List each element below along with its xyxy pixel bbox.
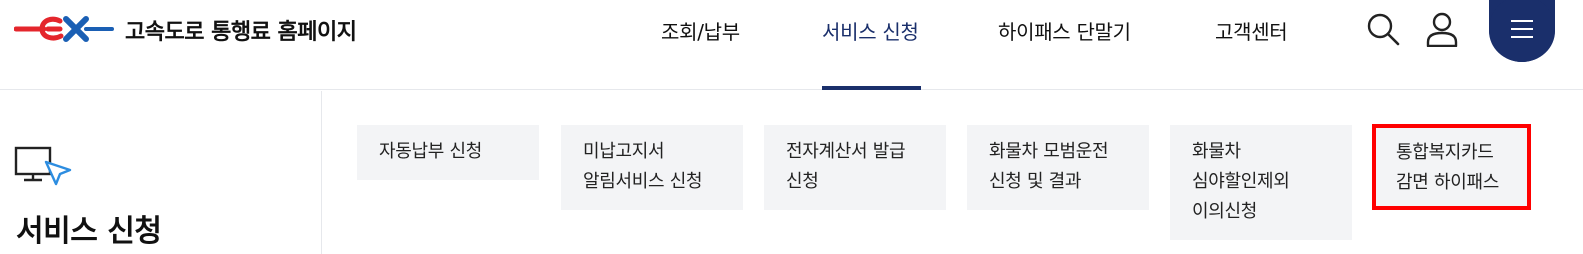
- card-label-line: 화물차: [1192, 141, 1241, 162]
- card-label-line: 신청 및 결과: [989, 171, 1082, 192]
- card-truck-safe-driving[interactable]: 화물차 모범운전 신청 및 결과: [967, 125, 1149, 210]
- search-icon[interactable]: [1365, 11, 1401, 47]
- nav-service-application[interactable]: 서비스 신청: [822, 16, 919, 45]
- monitor-cursor-icon: [14, 146, 72, 186]
- card-truck-night-discount-objection[interactable]: 화물차 심야할인제외 이의신청: [1170, 125, 1352, 240]
- hamburger-menu-icon: [1511, 20, 1533, 22]
- card-label-line: 신청: [786, 171, 819, 192]
- card-unpaid-notice-service[interactable]: 미납고지서 알림서비스 신청: [561, 125, 743, 210]
- menu-button-background: [1489, 0, 1555, 62]
- card-label-line: 전자계산서 발급: [786, 141, 906, 162]
- nav-hipass-terminal[interactable]: 하이패스 단말기: [998, 16, 1131, 45]
- user-icon[interactable]: [1424, 11, 1460, 47]
- card-label-line: 심야할인제외: [1192, 171, 1290, 192]
- card-label-line: 화물차 모범운전: [989, 141, 1109, 162]
- card-label-line: 이의신청: [1192, 201, 1258, 222]
- site-header: 고속도로 통행료 홈페이지 조회/납부 서비스 신청 하이패스 단말기 고객센터: [0, 0, 1583, 90]
- page-title: 서비스 신청: [16, 214, 162, 249]
- nav-customer-center[interactable]: 고객센터: [1215, 16, 1288, 45]
- card-label-line: 자동납부 신청: [379, 141, 482, 162]
- card-label-line: 통합복지카드: [1396, 142, 1494, 163]
- card-label-line: 감면 하이패스: [1396, 172, 1499, 193]
- card-auto-payment[interactable]: 자동납부 신청: [357, 125, 539, 180]
- site-title[interactable]: 고속도로 통행료 홈페이지: [125, 14, 357, 46]
- hamburger-menu-icon-bar: [1511, 36, 1533, 38]
- hamburger-menu-icon-bar: [1511, 28, 1533, 30]
- sidebar: 서비스 신청: [0, 91, 322, 254]
- card-label-line: 알림서비스 신청: [583, 171, 703, 192]
- card-welfare-card-hipass[interactable]: 통합복지카드 감면 하이패스: [1372, 124, 1531, 210]
- card-e-invoice[interactable]: 전자계산서 발급 신청: [764, 125, 946, 210]
- active-nav-indicator: [822, 86, 921, 90]
- ex-logo-icon[interactable]: [14, 12, 114, 46]
- card-label-line: 미납고지서: [583, 141, 665, 162]
- hamburger-menu-button[interactable]: [1489, 0, 1555, 62]
- nav-inquiry-payment[interactable]: 조회/납부: [661, 16, 740, 45]
